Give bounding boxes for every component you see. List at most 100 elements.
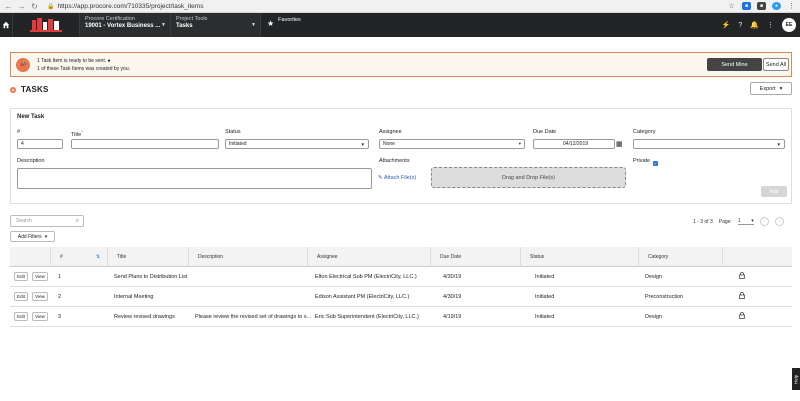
search-placeholder: Search bbox=[16, 218, 32, 224]
number-value: 4 bbox=[21, 141, 24, 147]
menu-dots-icon[interactable]: ⋮ bbox=[787, 2, 796, 10]
caret-down-icon: ▾ bbox=[44, 233, 48, 240]
row-status: Initiated bbox=[535, 294, 555, 300]
col-due-date[interactable]: Due Date bbox=[440, 254, 461, 260]
send-all-button[interactable]: Send All bbox=[763, 58, 789, 71]
sort-icon[interactable]: ⇅ bbox=[96, 254, 100, 260]
row-description: Please review the revised set of drawing… bbox=[195, 314, 312, 320]
row-assignee: Elton Electrical Sub PM (ElectriCity, LL… bbox=[315, 274, 417, 280]
category-select[interactable]: ▼ bbox=[633, 139, 785, 149]
search-input[interactable]: Search ⌕ bbox=[10, 215, 84, 227]
add-button[interactable]: Add bbox=[761, 186, 787, 197]
help-icon[interactable]: ? bbox=[738, 22, 742, 29]
info-icon[interactable]: ● bbox=[108, 58, 111, 64]
lock-icon bbox=[739, 272, 745, 279]
favorites-button[interactable]: ★ Favorites bbox=[267, 13, 301, 37]
search-icon[interactable]: ⌕ bbox=[76, 218, 79, 225]
next-page-icon[interactable]: › bbox=[774, 217, 784, 226]
status-select[interactable]: Initiated ▼ bbox=[225, 139, 369, 149]
banner-line-2: 1 of these Task Items was created by you… bbox=[37, 65, 131, 72]
col-number[interactable]: # bbox=[60, 254, 63, 260]
grid-icon[interactable]: ⋮ bbox=[767, 21, 774, 29]
category-label: Category bbox=[633, 129, 656, 135]
page-value: 1 bbox=[737, 218, 741, 224]
assignee-label: Assignee bbox=[379, 129, 402, 135]
back-icon[interactable]: ← bbox=[4, 2, 13, 11]
browser-toolbar: ← → ↻ 🔒 https://app.procore.com/710335/p… bbox=[0, 0, 800, 13]
project-label: Procore Certification bbox=[85, 16, 135, 22]
attach-files-label: Attach File(s) bbox=[383, 175, 417, 181]
col-category[interactable]: Category bbox=[648, 254, 668, 260]
forward-icon[interactable]: → bbox=[17, 2, 26, 11]
send-mine-button[interactable]: Send Mine bbox=[707, 58, 762, 71]
col-assignee[interactable]: Assignee bbox=[317, 254, 338, 260]
extension-icon[interactable]: ■ bbox=[757, 2, 766, 10]
status-label: Status bbox=[225, 129, 241, 135]
caret-down-icon: ▾ bbox=[779, 85, 783, 92]
extension-icon[interactable]: ● bbox=[772, 2, 781, 10]
view-button[interactable]: View bbox=[32, 272, 48, 281]
drag-drop-zone[interactable]: Drag and Drop File(s) bbox=[431, 167, 626, 188]
required-mark: * bbox=[81, 129, 83, 134]
tools-selector[interactable]: Project Tools Tasks ▼ bbox=[171, 13, 261, 37]
view-button[interactable]: View bbox=[32, 292, 48, 301]
edit-button[interactable]: Edit bbox=[14, 272, 28, 281]
due-date-label: Due Date bbox=[533, 129, 557, 135]
page-title: TASKS bbox=[21, 85, 49, 94]
description-textarea[interactable] bbox=[17, 168, 372, 189]
calendar-icon[interactable]: ▦ bbox=[616, 140, 623, 148]
row-category: Design bbox=[645, 274, 663, 280]
caret-down-icon: ▼ bbox=[161, 22, 166, 28]
tools-name: Tasks bbox=[176, 23, 193, 29]
edit-button[interactable]: Edit bbox=[14, 292, 28, 301]
bookmark-star-icon[interactable]: ☆ bbox=[727, 2, 736, 10]
row-status: Initiated bbox=[535, 314, 555, 320]
private-label: Private bbox=[633, 158, 651, 164]
caret-down-icon: ▼ bbox=[251, 22, 256, 28]
due-date-input[interactable]: 04/12/2019 bbox=[533, 139, 615, 149]
star-icon: ★ bbox=[267, 19, 275, 28]
title-label: Title* bbox=[71, 129, 83, 138]
number-label: # bbox=[17, 129, 21, 135]
assignee-select[interactable]: None ▾ bbox=[379, 139, 525, 149]
add-filters-button[interactable]: Add Filters ▾ bbox=[10, 231, 55, 242]
bell-icon[interactable]: 🔔 bbox=[750, 21, 759, 29]
table-row[interactable]: Edit View 2 Internal Meeting Edison Assi… bbox=[10, 287, 792, 307]
address-bar[interactable]: https://app.procore.com/710335/project/t… bbox=[57, 3, 203, 10]
add-filters-label: Add Filters bbox=[17, 233, 42, 240]
col-status[interactable]: Status bbox=[530, 254, 544, 260]
attach-files-link[interactable]: ✎ Attach File(s) bbox=[378, 175, 416, 181]
plug-icon[interactable]: ⚡ bbox=[722, 21, 731, 29]
table-row[interactable]: Edit View 1 Send Plans to Distribution L… bbox=[10, 267, 792, 287]
reload-icon[interactable]: ↻ bbox=[30, 2, 39, 11]
caret-down-icon: ▼ bbox=[776, 141, 781, 147]
avatar[interactable]: EE bbox=[782, 18, 796, 32]
table-row[interactable]: Edit View 3 Review revised drawings Plea… bbox=[10, 307, 792, 327]
megaphone-icon: 📣 bbox=[16, 57, 30, 72]
export-button[interactable]: Export ▾ bbox=[750, 82, 792, 95]
col-title[interactable]: Title bbox=[117, 254, 126, 260]
page-select[interactable]: 1 ▾ bbox=[737, 218, 754, 225]
number-input[interactable]: 4 bbox=[17, 139, 63, 149]
status-value: Initiated bbox=[229, 141, 247, 147]
extension-icon[interactable]: ■ bbox=[742, 2, 751, 10]
col-description[interactable]: Description bbox=[198, 254, 223, 260]
private-checkbox[interactable]: ✓ bbox=[653, 161, 658, 166]
row-title: Send Plans to Distribution List bbox=[114, 274, 188, 280]
title-input[interactable] bbox=[71, 139, 219, 149]
row-category: Preconstruction bbox=[645, 294, 684, 300]
home-button[interactable] bbox=[0, 13, 13, 37]
view-button[interactable]: View bbox=[32, 312, 48, 321]
project-selector[interactable]: Procore Certification 19001 - Vortex Bus… bbox=[79, 13, 171, 37]
form-title: New Task bbox=[17, 114, 45, 120]
row-due-date: 4/19/19 bbox=[443, 314, 462, 320]
help-tab[interactable]: Help bbox=[792, 368, 800, 390]
tasks-table: # ⇅ Title Description Assignee Due Date … bbox=[10, 247, 792, 327]
description-label: Description bbox=[17, 158, 45, 164]
new-task-form: New Task # 4 Title* Status Initiated ▼ As… bbox=[10, 108, 792, 204]
prev-page-icon[interactable]: ‹ bbox=[759, 217, 769, 226]
row-number: 2 bbox=[58, 294, 62, 300]
attachments-label: Attachments bbox=[379, 158, 410, 164]
edit-button[interactable]: Edit bbox=[14, 312, 28, 321]
home-icon bbox=[2, 21, 10, 29]
